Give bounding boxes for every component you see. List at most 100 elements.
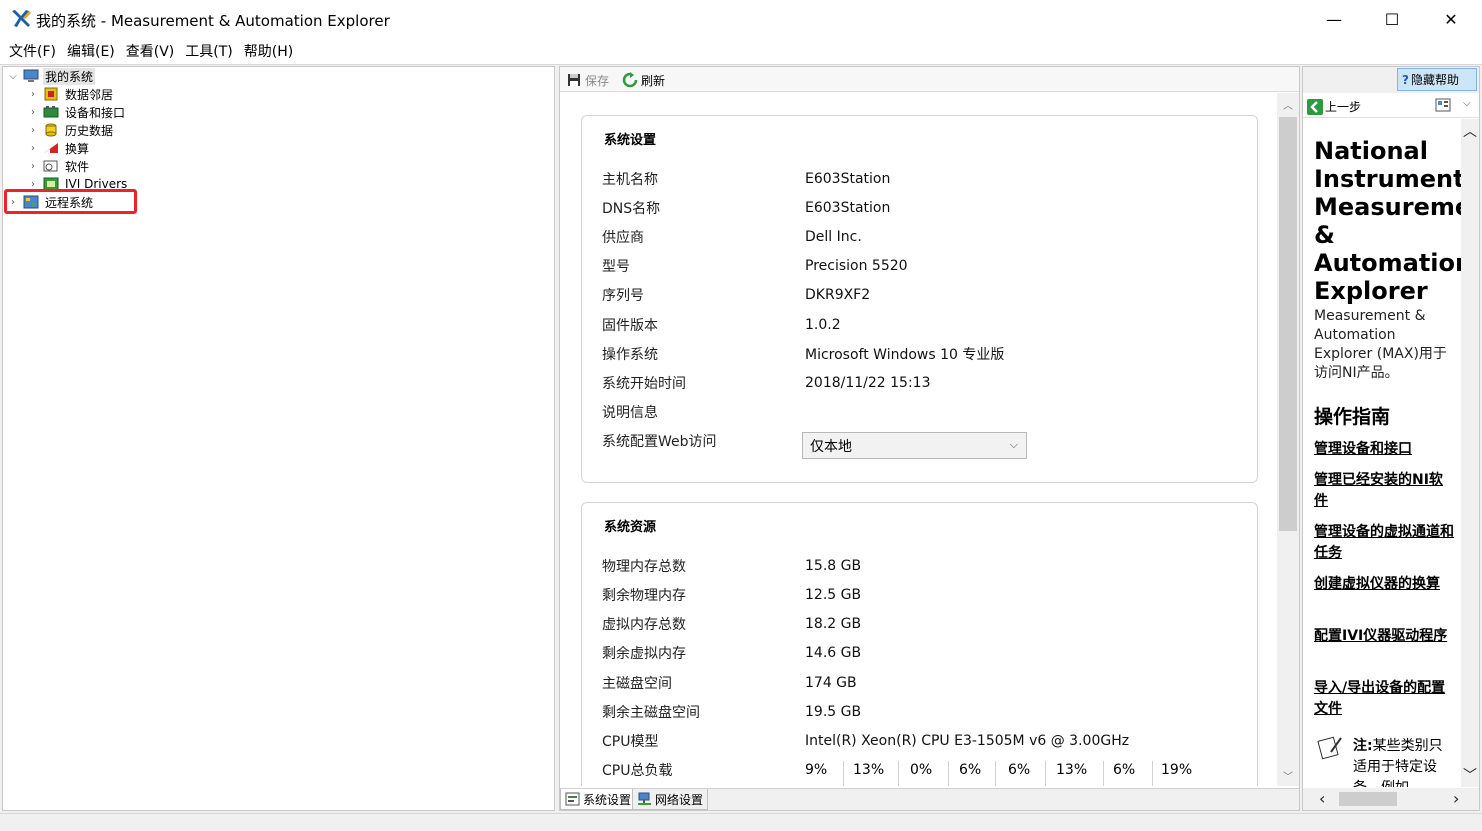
max-app-icon	[12, 10, 31, 27]
collapsed-chevron-icon[interactable]: ›	[27, 179, 39, 190]
menu-help[interactable]: 帮助(H)	[239, 41, 298, 61]
system-settings-heading: 系统设置	[604, 133, 657, 148]
scales-icon	[44, 143, 58, 153]
note-pencil-icon	[1317, 736, 1342, 760]
scroll-up-arrow-icon[interactable]: ︿	[1463, 121, 1477, 141]
scroll-left-arrow-icon[interactable]: ‹	[1319, 789, 1325, 808]
scrollbar-thumb[interactable]	[1279, 117, 1297, 531]
highlight-annotation-box	[4, 189, 137, 214]
scrollbar-thumb[interactable]	[1339, 792, 1397, 806]
tree-item-historical-data[interactable]: › 历史数据	[27, 121, 115, 139]
help-howto-heading: 操作指南	[1314, 406, 1391, 428]
cpu-core-load: 13%	[1056, 762, 1088, 778]
devices-interfaces-icon	[43, 106, 59, 118]
help-content: National Instruments Measurement & Autom…	[1303, 119, 1461, 787]
tab-network-settings[interactable]: 网络设置	[632, 789, 709, 810]
collapsed-chevron-icon[interactable]: ›	[27, 107, 39, 118]
cpu-core-load: 0%	[910, 762, 933, 778]
back-arrow-icon	[1307, 98, 1323, 115]
property-row: 主磁盘空间 174 GB	[602, 675, 857, 692]
scroll-down-arrow-icon[interactable]: ﹀	[1277, 764, 1299, 786]
help-question-icon: ?	[1402, 72, 1409, 87]
collapsed-chevron-icon[interactable]: ›	[27, 89, 39, 100]
refresh-button[interactable]: 刷新	[622, 71, 665, 89]
tree-item-devices-interfaces[interactable]: › 设备和接口	[27, 103, 127, 121]
help-pane: ? 隐藏帮助 上一步 ⌵ National Instruments Measur…	[1302, 66, 1480, 811]
expanded-chevron-icon[interactable]: ⌵	[7, 71, 19, 82]
refresh-icon	[622, 72, 638, 88]
system-properties-content: 系统设置 主机名称 E603Station DNS名称 E603Station 供应…	[560, 93, 1276, 786]
property-row: 序列号 DKR9XF2	[602, 287, 871, 304]
collapsed-chevron-icon[interactable]: ›	[27, 143, 39, 154]
menu-bar: 文件(F) 编辑(E) 查看(V) 工具(T) 帮助(H)	[0, 38, 1482, 64]
help-link-configure-ivi[interactable]: 配置IVI仪器驱动程序	[1314, 626, 1454, 647]
menu-divider	[0, 64, 1482, 65]
main-vertical-scrollbar[interactable]: ︿ ﹀	[1277, 93, 1299, 786]
help-link-import-export[interactable]: 导入/导出设备的配置文件	[1314, 678, 1454, 720]
menu-file[interactable]: 文件(F)	[4, 41, 61, 61]
property-row: CPU模型 Intel(R) Xeon(R) CPU E3-1505M v6 @ …	[602, 733, 1130, 750]
property-row: 说明信息	[602, 405, 658, 421]
tree-item-my-system[interactable]: ⌵ 我的系统	[7, 67, 96, 85]
hide-help-button[interactable]: ? 隐藏帮助	[1397, 68, 1477, 91]
property-row: 剩余主磁盘空间 19.5 GB	[602, 704, 862, 721]
help-title: National Instruments Measurement & Autom…	[1314, 137, 1461, 305]
save-button[interactable]: 保存	[566, 71, 609, 89]
minimize-button[interactable]: —	[1311, 0, 1357, 38]
property-row: 主机名称 E603Station	[602, 171, 891, 188]
cpu-core-load: 9%	[805, 762, 828, 778]
view-options-icon	[1435, 98, 1451, 112]
property-row: 剩余虚拟内存 14.6 GB	[602, 645, 862, 662]
cpu-core-load: 6%	[1113, 762, 1136, 778]
system-settings-tab-icon	[565, 792, 580, 806]
scroll-up-arrow-icon[interactable]: ︿	[1277, 93, 1299, 115]
help-link-virtual-channels[interactable]: 管理设备的虚拟通道和任务	[1314, 522, 1454, 564]
tree-item-scales[interactable]: › 换算	[27, 139, 91, 157]
cpu-core-load: 19%	[1161, 762, 1193, 778]
help-link-manage-software[interactable]: 管理已经安装的NI软件	[1314, 470, 1454, 512]
database-icon	[45, 123, 57, 137]
maximize-button[interactable]: ☐	[1369, 0, 1415, 38]
help-horizontal-scrollbar[interactable]: ‹ ›	[1303, 788, 1479, 810]
scroll-down-arrow-icon[interactable]: ﹀	[1463, 765, 1477, 785]
network-icon	[638, 792, 651, 805]
chevron-down-icon: ⌵	[1009, 438, 1018, 451]
help-note: 注:某些类别只适用于特定设备。例如	[1353, 738, 1443, 787]
property-row: 系统配置Web访问	[602, 434, 717, 450]
system-settings-panel: 系统设置 主机名称 E603Station DNS名称 E603Station 供应…	[581, 115, 1258, 483]
main-toolbar: 保存 刷新	[560, 67, 1299, 92]
cpu-core-load: 13%	[853, 762, 885, 778]
property-row: 型号 Precision 5520	[602, 258, 908, 275]
help-vertical-scrollbar[interactable]: ︿ ﹀	[1461, 119, 1479, 787]
cpu-load-row: CPU总负载 9% 13% 0% 6% 6% 13% 6% 19%	[602, 759, 1242, 786]
menu-edit[interactable]: 编辑(E)	[62, 41, 120, 61]
tab-bar: 系统设置 网络设置	[560, 788, 1299, 810]
collapsed-chevron-icon[interactable]: ›	[27, 125, 39, 136]
configuration-tree: ⌵ 我的系统 › 数据邻居 › 设备和接口 › 历史数据 › 换算 › 软件 ›…	[2, 66, 555, 811]
system-resources-panel: 系统资源 物理内存总数 15.8 GB 剩余物理内存 12.5 GB 虚拟内存总数 1…	[581, 502, 1258, 786]
help-link-create-scales[interactable]: 创建虚拟仪器的换算	[1314, 574, 1454, 595]
save-icon	[566, 72, 582, 88]
help-toolbar: ? 隐藏帮助	[1303, 67, 1479, 93]
tab-system-settings[interactable]: 系统设置	[560, 789, 637, 810]
title-bar: 我的系统 - Measurement & Automation Explorer…	[0, 0, 1482, 38]
system-resources-heading: 系统资源	[604, 520, 657, 535]
close-button[interactable]: ✕	[1428, 0, 1474, 38]
main-pane: 保存 刷新 系统设置 主机名称 E603Station DNS名称 E603Stat…	[559, 66, 1300, 811]
menu-view[interactable]: 查看(V)	[121, 41, 180, 61]
help-back-button[interactable]: 上一步	[1307, 98, 1361, 115]
property-row: DNS名称 E603Station	[602, 200, 891, 217]
property-row: 剩余物理内存 12.5 GB	[602, 587, 862, 604]
property-row: 供应商 Dell Inc.	[602, 229, 862, 246]
property-row: 系统开始时间 2018/11/22 15:13	[602, 375, 931, 392]
chevron-down-icon[interactable]: ⌵	[1463, 98, 1471, 109]
tree-item-software[interactable]: › 软件	[27, 157, 91, 175]
web-access-select[interactable]: 仅本地 ⌵	[802, 432, 1027, 459]
help-view-options-button[interactable]	[1435, 98, 1451, 115]
tree-item-data-neighborhood[interactable]: › 数据邻居	[27, 85, 115, 103]
computer-icon	[23, 69, 39, 82]
menu-tools[interactable]: 工具(T)	[180, 41, 237, 61]
help-link-manage-devices[interactable]: 管理设备和接口	[1314, 439, 1454, 460]
collapsed-chevron-icon[interactable]: ›	[27, 161, 39, 172]
scroll-right-arrow-icon[interactable]: ›	[1453, 789, 1459, 808]
